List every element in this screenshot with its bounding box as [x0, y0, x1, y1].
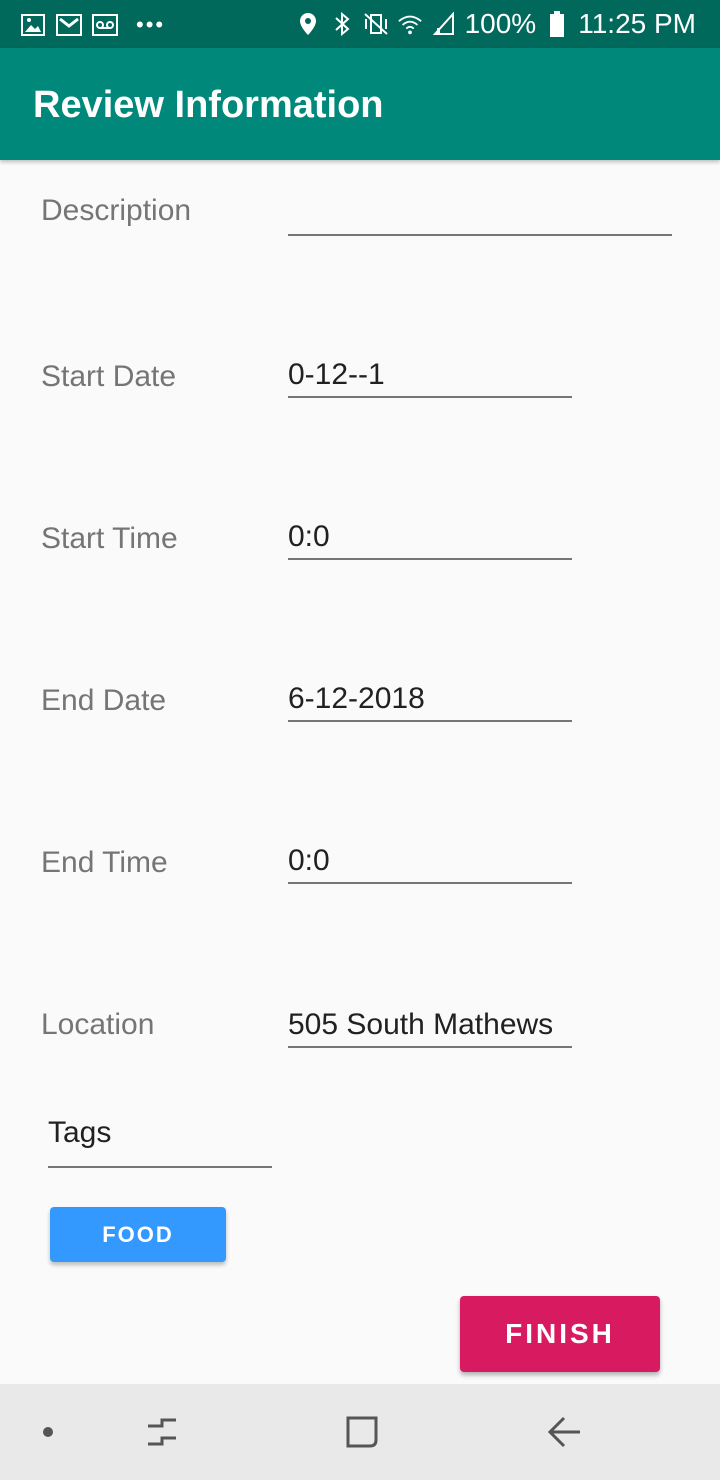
tag-chip-food[interactable]: FOOD [50, 1207, 226, 1262]
more-notifications-icon: ••• [136, 12, 166, 37]
app-bar: Review Information [0, 48, 720, 160]
voicemail-icon [92, 13, 118, 37]
recent-apps-icon[interactable] [142, 1412, 182, 1452]
nav-dot-icon[interactable] [28, 1412, 68, 1452]
gmail-icon [56, 13, 82, 37]
location-icon [295, 12, 321, 36]
start-time-field[interactable]: 0:0 [288, 520, 572, 560]
home-icon[interactable] [342, 1412, 382, 1452]
system-icons: 100% 11:25 PM [295, 8, 696, 40]
location-field[interactable]: 505 South Mathews [288, 1008, 572, 1048]
description-field[interactable] [288, 196, 672, 236]
navigation-bar [0, 1384, 720, 1480]
notification-icons: ••• [20, 12, 165, 38]
description-label: Description [41, 194, 192, 227]
bluetooth-icon [329, 12, 355, 36]
page-title: Review Information [33, 84, 384, 126]
gallery-icon [20, 13, 46, 37]
battery-icon [544, 11, 570, 37]
end-date-label: End Date [41, 684, 167, 717]
clock: 11:25 PM [578, 8, 696, 39]
finish-button[interactable]: FINISH [460, 1296, 660, 1372]
start-time-label: Start Time [41, 522, 178, 555]
signal-icon [431, 12, 457, 36]
status-bar: ••• 100% 11:25 PM [0, 0, 720, 48]
end-time-label: End Time [41, 846, 168, 879]
location-label: Location [41, 1008, 155, 1041]
start-date-field[interactable]: 0-12--1 [288, 358, 572, 398]
end-date-field[interactable]: 6-12-2018 [288, 682, 572, 722]
battery-percent: 100% [464, 8, 537, 39]
tags-field[interactable]: Tags [48, 1116, 272, 1168]
back-icon[interactable] [544, 1412, 584, 1452]
wifi-icon [397, 12, 423, 36]
end-time-field[interactable]: 0:0 [288, 844, 572, 884]
start-date-label: Start Date [41, 360, 177, 393]
vibrate-icon [363, 12, 389, 36]
